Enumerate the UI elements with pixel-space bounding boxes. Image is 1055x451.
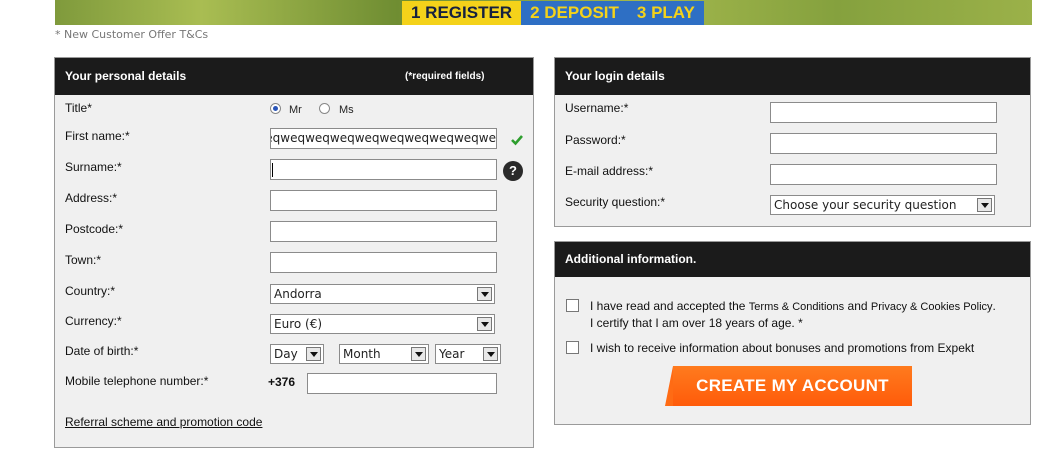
- text-cursor: [272, 163, 273, 177]
- additional-info-title: Additional information.: [565, 252, 697, 266]
- bonus-checkbox[interactable]: [566, 341, 579, 354]
- title-label: Title*: [65, 101, 92, 115]
- login-details-header: Your login details: [555, 58, 1030, 95]
- chevron-down-icon[interactable]: [477, 287, 492, 301]
- step-register: 1 REGISTER: [402, 1, 522, 25]
- step-deposit: 2 DEPOSIT: [521, 1, 628, 25]
- email-input[interactable]: [770, 164, 997, 185]
- chevron-down-icon[interactable]: [477, 317, 492, 331]
- mobile-prefix: +376: [268, 375, 296, 389]
- privacy-cookies-link[interactable]: Privacy & Cookies Policy: [871, 301, 993, 313]
- mobile-label: Mobile telephone number:*: [65, 374, 209, 388]
- country-value: Andorra: [274, 287, 322, 301]
- title-mr-label: Mr: [289, 104, 302, 116]
- currency-label: Currency:*: [65, 314, 122, 328]
- question-icon[interactable]: ?: [503, 161, 523, 181]
- terms-text-start: I have read and accepted the: [590, 299, 746, 313]
- referral-link[interactable]: Referral scheme and promotion code: [65, 415, 262, 429]
- terms-text: I have read and accepted the Terms & Con…: [590, 298, 1002, 331]
- bonus-text: I wish to receive information about bonu…: [590, 341, 975, 355]
- check-icon: [511, 135, 523, 146]
- dob-month-value: Month: [343, 347, 381, 361]
- chevron-down-icon[interactable]: [977, 198, 992, 212]
- personal-details-header: Your personal details (*required fields): [55, 58, 533, 95]
- dob-month-select[interactable]: Month: [339, 344, 429, 364]
- title-ms-label: Ms: [339, 104, 354, 116]
- title-mr-radio[interactable]: [270, 103, 281, 114]
- dob-day-select[interactable]: Day: [270, 344, 324, 364]
- town-label: Town:*: [65, 253, 102, 267]
- personal-details-title: Your personal details: [65, 69, 187, 83]
- town-input[interactable]: [270, 252, 497, 273]
- email-label: E-mail address:*: [565, 164, 654, 178]
- additional-info-header: Additional information.: [555, 242, 1030, 277]
- country-select[interactable]: Andorra: [270, 284, 495, 304]
- chevron-down-icon[interactable]: [483, 347, 498, 361]
- login-details-title: Your login details: [565, 69, 665, 83]
- username-label: Username:*: [565, 101, 629, 115]
- security-question-label: Security question:*: [565, 195, 666, 209]
- title-ms-radio[interactable]: [319, 103, 330, 114]
- currency-select[interactable]: Euro (€): [270, 314, 495, 334]
- step-play: 3 PLAY: [627, 1, 704, 25]
- security-question-select[interactable]: Choose your security question: [770, 195, 995, 215]
- terms-checkbox[interactable]: [566, 299, 579, 312]
- password-input[interactable]: [770, 133, 997, 154]
- required-fields-note: (*required fields): [405, 71, 485, 82]
- postcode-label: Postcode:*: [65, 222, 124, 236]
- first-name-label: First name:*: [65, 129, 130, 143]
- password-label: Password:*: [565, 133, 626, 147]
- surname-label: Surname:*: [65, 160, 122, 174]
- chevron-down-icon[interactable]: [306, 347, 321, 361]
- first-name-input[interactable]: eqweqweqweqweqweqweqweqweqweqwe: [270, 128, 497, 149]
- create-account-button[interactable]: CREATE MY ACCOUNT: [665, 366, 912, 406]
- dob-year-select[interactable]: Year: [435, 344, 501, 364]
- currency-value: Euro (€): [274, 317, 323, 331]
- dob-year-value: Year: [439, 347, 465, 361]
- mobile-input[interactable]: [307, 373, 497, 394]
- offer-terms-note[interactable]: * New Customer Offer T&Cs: [55, 28, 208, 41]
- postcode-input[interactable]: [270, 221, 497, 242]
- username-input[interactable]: [770, 102, 997, 123]
- country-label: Country:*: [65, 284, 116, 298]
- registration-steps: 1 REGISTER 2 DEPOSIT 3 PLAY: [402, 1, 704, 25]
- security-question-value: Choose your security question: [774, 198, 957, 212]
- chevron-down-icon[interactable]: [411, 347, 426, 361]
- address-input[interactable]: [270, 190, 497, 211]
- address-label: Address:*: [65, 191, 118, 205]
- dob-label: Date of birth:*: [65, 344, 139, 358]
- surname-input[interactable]: [270, 159, 497, 180]
- terms-and: and: [847, 299, 868, 313]
- dob-day-value: Day: [274, 347, 298, 361]
- terms-conditions-link[interactable]: Terms & Conditions: [749, 301, 844, 313]
